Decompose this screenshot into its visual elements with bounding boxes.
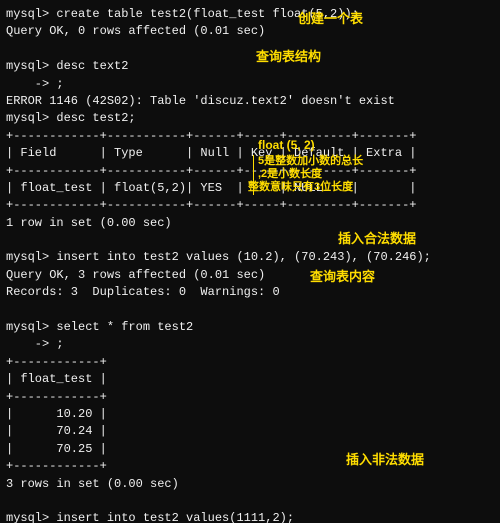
select-border-bot: +------------+ bbox=[6, 458, 494, 475]
line-5: ERROR 1146 (42S02): Table 'discuz.text2'… bbox=[6, 93, 494, 110]
select-row-2: | 70.24 | bbox=[6, 423, 494, 440]
line-insert1-ok: Query OK, 3 rows affected (0.01 sec) bbox=[6, 267, 494, 284]
line-insert1: mysql> insert into test2 values (10.2), … bbox=[6, 249, 494, 266]
select-row-3: | 70.25 | bbox=[6, 441, 494, 458]
line-blank-1 bbox=[6, 41, 494, 58]
line-4: -> ; bbox=[6, 76, 494, 93]
line-insert1-rec: Records: 3 Duplicates: 0 Warnings: 0 bbox=[6, 284, 494, 301]
line-rowcount1: 1 row in set (0.00 sec) bbox=[6, 215, 494, 232]
table-header: | Field | Type | Null | Key | Default | … bbox=[6, 145, 494, 162]
line-3: mysql> desc text2 bbox=[6, 58, 494, 75]
line-select: mysql> select * from test2 bbox=[6, 319, 494, 336]
line-6: mysql> desc test2; bbox=[6, 110, 494, 127]
terminal-window: mysql> create table test2(float_test flo… bbox=[0, 0, 500, 523]
line-blank-2 bbox=[6, 232, 494, 249]
select-border-top: +------------+ bbox=[6, 354, 494, 371]
line-select-cont: -> ; bbox=[6, 336, 494, 353]
line-insert2: mysql> insert into test2 values(1111,2); bbox=[6, 510, 494, 523]
table-border-top: +------------+-----------+------+-----+-… bbox=[6, 128, 494, 145]
line-1: mysql> create table test2(float_test flo… bbox=[6, 6, 494, 23]
table-border-mid: +------------+-----------+------+-----+-… bbox=[6, 163, 494, 180]
line-blank-4 bbox=[6, 493, 494, 510]
table-row-1: | float_test | float(5,2)| YES | | NULL … bbox=[6, 180, 494, 197]
select-border-mid: +------------+ bbox=[6, 389, 494, 406]
line-2: Query OK, 0 rows affected (0.01 sec) bbox=[6, 23, 494, 40]
select-row-1: | 10.20 | bbox=[6, 406, 494, 423]
line-rowcount2: 3 rows in set (0.00 sec) bbox=[6, 476, 494, 493]
table-border-bot: +------------+-----------+------+-----+-… bbox=[6, 197, 494, 214]
line-blank-3 bbox=[6, 302, 494, 319]
select-header: | float_test | bbox=[6, 371, 494, 388]
